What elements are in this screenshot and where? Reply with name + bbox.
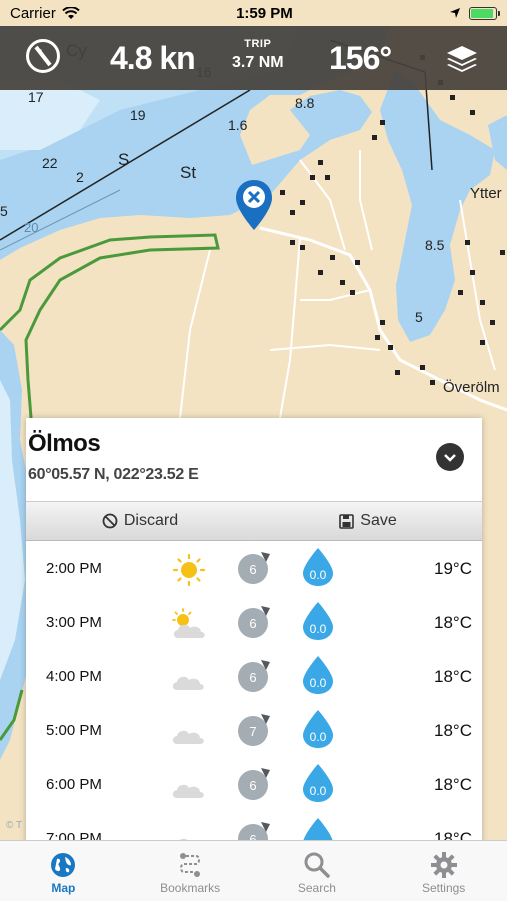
wind-speed-icon: 6 xyxy=(238,606,270,638)
depth-label: 2 xyxy=(76,169,84,185)
chevron-down-icon xyxy=(444,454,456,462)
layers-icon[interactable] xyxy=(445,42,479,76)
map-copyright: © T xyxy=(6,820,23,831)
depth-label: 22 xyxy=(42,155,58,171)
depth-label: 8.5 xyxy=(425,237,445,253)
forecast-time: 4:00 PM xyxy=(46,668,102,685)
cloud-icon xyxy=(172,784,204,798)
heading-readout: 156° xyxy=(329,40,392,76)
cloud-icon xyxy=(172,676,204,690)
place-label: St xyxy=(180,163,196,182)
tab-settings[interactable]: Settings xyxy=(380,841,507,901)
location-arrow-icon xyxy=(449,8,460,18)
raindrop-icon: 0.0 xyxy=(303,764,333,802)
status-bar: Carrier 1:59 PM xyxy=(0,0,507,26)
gear-icon xyxy=(430,852,457,878)
floppy-disk-icon xyxy=(339,513,355,529)
forecast-time: 5:00 PM xyxy=(46,722,102,739)
wind-speed-value: 6 xyxy=(249,616,256,631)
wind-speed-value: 6 xyxy=(249,562,256,577)
tab-settings-label: Settings xyxy=(421,881,466,895)
place-label: Överölm xyxy=(443,378,500,396)
cloud-icon xyxy=(172,730,204,744)
forecast-temperature: 18°C xyxy=(434,721,472,740)
wind-speed-value: 6 xyxy=(249,778,256,793)
save-label: Save xyxy=(360,512,397,529)
battery-icon xyxy=(468,6,500,20)
tab-map[interactable]: Map xyxy=(0,841,127,901)
precipitation-value: 0.0 xyxy=(310,622,327,636)
depth-label: 5 xyxy=(415,309,423,325)
partly-cloudy-icon xyxy=(172,608,205,638)
raindrop-icon: 0.0 xyxy=(303,548,333,586)
route-icon xyxy=(180,853,201,877)
forecast-temperature: 18°C xyxy=(434,613,472,632)
discard-button[interactable]: Discard xyxy=(26,502,254,540)
forecast-row: 2:00 PM 6 0.0 19°C xyxy=(26,542,482,596)
place-label: Ytter xyxy=(470,185,502,202)
compass-icon[interactable] xyxy=(26,39,60,73)
depth-label: 20 xyxy=(24,220,38,235)
forecast-temperature: 18°C xyxy=(434,775,472,794)
location-detail-panel: Ölmos 60°05.57 N, 022°23.52 E Discard Sa… xyxy=(26,418,482,848)
tab-bookmarks[interactable]: Bookmarks xyxy=(127,841,254,901)
precipitation-value: 0.0 xyxy=(310,676,327,690)
map-pin-icon[interactable] xyxy=(234,178,274,232)
carrier-label: Carrier xyxy=(10,4,56,22)
tab-bar: Map Bookmarks Search Settings xyxy=(0,840,507,901)
location-name: Ölmos xyxy=(28,430,101,457)
raindrop-icon: 0.0 xyxy=(303,602,333,640)
wind-speed-icon: 6 xyxy=(238,660,270,692)
prohibited-icon xyxy=(102,513,118,529)
save-button[interactable]: Save xyxy=(254,502,482,540)
place-label: S xyxy=(118,150,129,169)
forecast-time: 6:00 PM xyxy=(46,776,102,793)
tab-search[interactable]: Search xyxy=(254,841,381,901)
wind-speed-icon: 6 xyxy=(238,768,270,800)
wind-speed-icon: 7 xyxy=(238,714,270,746)
forecast-temperature: 18°C xyxy=(434,667,472,686)
search-icon xyxy=(304,852,330,878)
depth-label: 19 xyxy=(130,107,146,123)
tab-bookmarks-label: Bookmarks xyxy=(160,881,221,895)
wind-speed-value: 6 xyxy=(249,670,256,685)
depth-label: 5 xyxy=(0,203,8,219)
globe-icon xyxy=(51,853,76,877)
depth-label: 17 xyxy=(28,89,44,105)
forecast-row: 4:00 PM 6 0.0 18°C xyxy=(26,650,482,704)
wind-speed-icon: 6 xyxy=(238,552,270,584)
forecast-row: 5:00 PM 7 0.0 18°C xyxy=(26,704,482,758)
panel-action-bar: Discard Save xyxy=(26,501,482,541)
precipitation-value: 0.0 xyxy=(310,730,327,744)
collapse-panel-button[interactable] xyxy=(436,443,464,471)
discard-label: Discard xyxy=(123,512,179,529)
forecast-temperature: 19°C xyxy=(434,559,472,578)
wifi-icon xyxy=(62,6,80,19)
status-time: 1:59 PM xyxy=(236,4,293,22)
depth-label: 8.8 xyxy=(295,95,315,111)
wind-speed-value: 7 xyxy=(249,724,256,739)
precipitation-value: 0.0 xyxy=(310,784,327,798)
raindrop-icon: 0.0 xyxy=(303,710,333,748)
navigation-bar: 4.8 kn TRIP 3.7 NM 156° xyxy=(0,26,507,90)
location-coordinates: 60°05.57 N, 022°23.52 E xyxy=(28,466,199,483)
trip-value: 3.7 NM xyxy=(232,54,284,71)
forecast-time: 3:00 PM xyxy=(46,614,102,631)
tab-search-label: Search xyxy=(297,881,336,895)
depth-label: 1.6 xyxy=(228,117,248,133)
raindrop-icon: 0.0 xyxy=(303,656,333,694)
speed-readout: 4.8 kn xyxy=(110,40,196,76)
trip-readout[interactable]: TRIP 3.7 NM xyxy=(232,38,284,72)
precipitation-value: 0.0 xyxy=(310,568,327,582)
forecast-row: 6:00 PM 6 0.0 18°C xyxy=(26,758,482,812)
trip-label: TRIP xyxy=(244,38,272,50)
tab-map-label: Map xyxy=(51,881,76,895)
sun-icon xyxy=(172,553,206,587)
forecast-time: 2:00 PM xyxy=(46,560,102,577)
forecast-row: 3:00 PM 6 0.0 18°C xyxy=(26,596,482,650)
